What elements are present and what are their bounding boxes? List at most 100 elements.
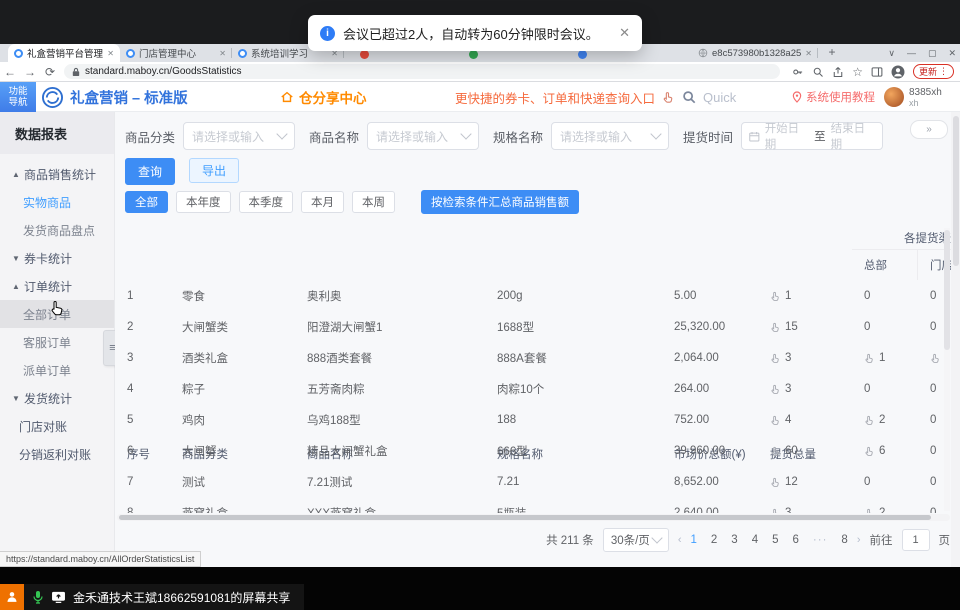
cell-price: 264.00 <box>662 374 758 404</box>
goto-page-input[interactable] <box>902 529 930 551</box>
browser-tab[interactable]: 礼盒营销平台管理中心✕ <box>8 44 120 62</box>
sidebar-item-分销返利对账[interactable]: 分销返利对账 <box>0 440 114 468</box>
search-icon[interactable] <box>682 90 696 104</box>
cell-pickup-total[interactable]: 1 <box>758 281 852 311</box>
filter-select-规格名称[interactable]: 请选择或输入 <box>551 122 669 150</box>
back-icon[interactable]: ← <box>0 65 20 79</box>
key-icon[interactable] <box>792 66 804 78</box>
cell-hq[interactable]: 2 <box>852 498 918 513</box>
page-number-4[interactable]: 4 <box>752 534 758 546</box>
nav-toggle-button[interactable]: 功能 导航 <box>0 82 36 112</box>
sidebar-item-实物商品[interactable]: 实物商品 <box>0 188 114 216</box>
pickup-hand-icon <box>770 353 781 364</box>
chevron-down-icon <box>651 532 662 543</box>
sidebar-item-券卡统计[interactable]: ▼券卡统计 <box>0 244 114 272</box>
sidebar-item-派单订单[interactable]: 派单订单 <box>0 356 114 384</box>
browser-tab[interactable]: 门店管理中心 ✕ <box>120 44 232 62</box>
address-bar[interactable]: standard.maboy.cn/GoodsStatistics <box>64 64 780 79</box>
sidebar-item-客服订单[interactable]: 客服订单 <box>0 328 114 356</box>
table-row: 4粽子五芳斋肉粽肉粽10个264.00300 <box>115 374 952 405</box>
user-menu[interactable]: 8385xh xh <box>884 82 942 112</box>
next-page-button[interactable]: › <box>857 534 861 546</box>
prev-page-button[interactable]: ‹ <box>678 534 682 546</box>
triangle-down-icon: ▼ <box>12 394 20 403</box>
browser-tab-hash[interactable]: e8c573980b1328a258fd2e6f8 ✕ <box>692 44 818 62</box>
page-number-5[interactable]: 5 <box>772 534 778 546</box>
page-number-8[interactable]: 8 <box>841 534 847 546</box>
quick-filter-本季度[interactable]: 本季度 <box>239 191 294 213</box>
cell-hq[interactable]: 0 <box>852 281 918 311</box>
summary-button[interactable]: 按检索条件汇总商品销售额 <box>421 190 579 214</box>
forward-icon[interactable]: → <box>20 65 40 79</box>
filter-select-商品名称[interactable]: 请选择或输入 <box>367 122 479 150</box>
triangle-up-icon: ▲ <box>12 282 20 291</box>
cell-hq[interactable]: 1 <box>852 343 918 373</box>
sidebar-item-商品销售统计[interactable]: ▲商品销售统计 <box>0 160 114 188</box>
share-icon[interactable] <box>832 66 844 78</box>
expand-filters-button[interactable]: » <box>910 120 948 139</box>
table-horizontal-scrollbar[interactable] <box>117 514 950 521</box>
sidebar-item-订单统计[interactable]: ▲订单统计 <box>0 272 114 300</box>
page-size-select[interactable]: 30条/页 <box>603 528 669 552</box>
filter-label: 商品名称 <box>309 127 359 146</box>
minimize-button[interactable]: — <box>907 48 916 58</box>
user-name: 8385xh <box>909 87 942 98</box>
cell-hq[interactable]: 0 <box>852 312 918 342</box>
export-button[interactable]: 导出 <box>189 158 239 183</box>
close-window-button[interactable]: ✕ <box>948 48 956 59</box>
cell-hq[interactable]: 2 <box>852 405 918 435</box>
cell-name: 阳澄湖大闸蟹1 <box>295 312 485 342</box>
page-number-2[interactable]: 2 <box>711 534 717 546</box>
chrome-update-button[interactable]: 更新⋮ <box>913 64 954 79</box>
participant-icon[interactable] <box>0 584 24 610</box>
microphone-icon[interactable] <box>32 590 44 604</box>
toast-close-icon[interactable]: ✕ <box>619 25 630 41</box>
quick-filter-全部[interactable]: 全部 <box>125 191 168 213</box>
quick-filter-本年度[interactable]: 本年度 <box>176 191 231 213</box>
pickup-hand-icon <box>864 415 875 426</box>
tab-search-icon[interactable]: ∨ <box>888 48 895 59</box>
filter-select-商品分类[interactable]: 请选择或输入 <box>183 122 295 150</box>
tab-title: 门店管理中心 <box>139 46 215 60</box>
maximize-button[interactable]: ▢ <box>928 48 937 59</box>
tab-bar: 礼盒营销平台管理中心✕门店管理中心✕系统培训学习✕ <box>8 44 344 62</box>
zoom-icon[interactable] <box>812 66 824 78</box>
tab-close-icon[interactable]: ✕ <box>107 49 114 58</box>
cell-hq[interactable]: 0 <box>852 374 918 404</box>
refresh-icon[interactable]: ⟳ <box>40 65 60 79</box>
page-number-1[interactable]: 1 <box>690 534 696 546</box>
date-range-picker[interactable]: 开始日期至结束日期 <box>741 122 883 150</box>
page-number-3[interactable]: 3 <box>731 534 737 546</box>
bookmark-star-icon[interactable]: ☆ <box>852 65 863 79</box>
page-number-6[interactable]: 6 <box>793 534 799 546</box>
sidebar-item-发货商品盘点[interactable]: 发货商品盘点 <box>0 216 114 244</box>
new-tab-button[interactable]: + <box>824 45 840 59</box>
cell-pickup-total[interactable]: 3 <box>758 374 852 404</box>
tab-close-icon[interactable]: ✕ <box>805 49 812 58</box>
cell-pickup-total[interactable]: 3 <box>758 498 852 513</box>
cell-pickup-total[interactable]: 3 <box>758 343 852 373</box>
quick-filter-本周[interactable]: 本周 <box>352 191 395 213</box>
cell-index: 1 <box>115 281 170 311</box>
tutorial-link[interactable]: 系统使用教程 <box>792 82 875 112</box>
quick-search-placeholder[interactable]: Quick <box>703 90 736 105</box>
table-vertical-scrollbar[interactable] <box>944 228 950 511</box>
side-panel-icon[interactable] <box>871 66 883 78</box>
sidebar-item-门店对账[interactable]: 门店对账 <box>0 412 114 440</box>
sidebar-item-label: 券卡统计 <box>24 250 72 267</box>
cell-hq[interactable]: 0 <box>852 467 918 497</box>
pickup-hand-icon <box>770 508 781 514</box>
quick-filter-本月[interactable]: 本月 <box>301 191 344 213</box>
screen-share-icon[interactable] <box>51 591 66 603</box>
page-scrollbar[interactable] <box>951 112 960 567</box>
sidebar-item-发货统计[interactable]: ▼发货统计 <box>0 384 114 412</box>
cell-pickup-total[interactable]: 15 <box>758 312 852 342</box>
cell-hq[interactable]: 6 <box>852 436 918 466</box>
cell-pickup-total[interactable]: 60 <box>758 436 852 466</box>
cell-pickup-total[interactable]: 12 <box>758 467 852 497</box>
share-center-link[interactable]: 仓分享中心 <box>280 82 367 112</box>
search-button[interactable]: 查询 <box>125 158 175 185</box>
tab-close-icon[interactable]: ✕ <box>219 49 226 58</box>
profile-icon[interactable] <box>891 65 905 79</box>
cell-pickup-total[interactable]: 4 <box>758 405 852 435</box>
